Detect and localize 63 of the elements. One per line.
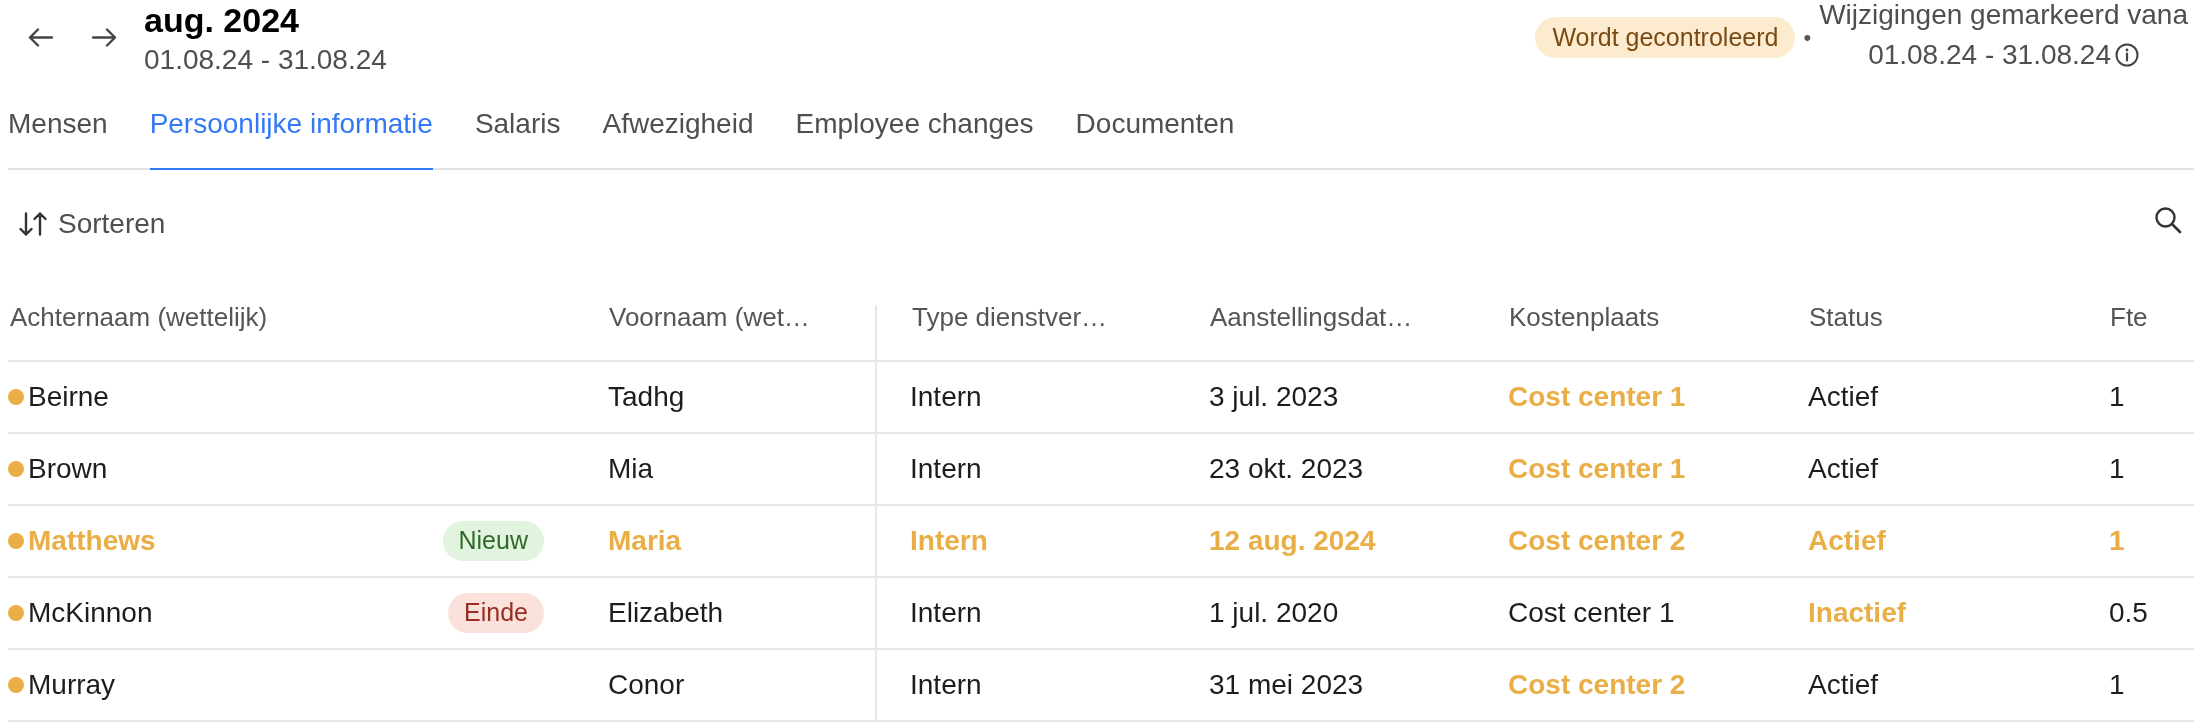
tab[interactable]: Afwezigheid — [602, 88, 754, 170]
changes-label: Wijzigingen gemarkeerd vana — [1819, 0, 2188, 32]
table-cell: Cost center 1 — [1508, 380, 1686, 414]
status-badge: Einde — [448, 593, 544, 633]
table-cell: Intern — [910, 452, 982, 486]
column-header[interactable]: Voornaam (wet… — [609, 302, 810, 332]
table-cell: Intern — [910, 596, 982, 630]
table-cell: Actief — [1808, 452, 1879, 486]
column-header[interactable]: Achternaam (wettelijk) — [10, 302, 268, 332]
table-cell: Cost center 1 — [1508, 452, 1686, 486]
info-icon[interactable] — [2115, 43, 2139, 67]
period-range: 01.08.24 - 31.08.24 — [144, 43, 387, 77]
column-header[interactable]: Kostenplaats — [1509, 302, 1660, 332]
table-cell: Intern — [910, 524, 988, 558]
table-cell: Maria — [608, 524, 682, 558]
table-cell: Tadhg — [608, 380, 685, 414]
search-icon — [2154, 206, 2182, 234]
table-cell: 1 — [2109, 452, 2125, 486]
column-header[interactable]: Status — [1809, 302, 1883, 332]
table-cell: Cost center 2 — [1508, 668, 1686, 702]
tab[interactable]: Mensen — [8, 88, 108, 170]
search-button[interactable] — [2152, 204, 2184, 236]
separator: • — [1803, 24, 1812, 52]
column-header[interactable]: Fte — [2110, 302, 2148, 332]
tab[interactable]: Documenten — [1075, 88, 1235, 170]
changes-range: 01.08.24 - 31.08.24 — [1868, 38, 2111, 72]
table-cell: Beirne — [28, 380, 109, 414]
table-cell: Matthews — [28, 524, 156, 558]
table-cell: Murray — [28, 668, 116, 702]
table-cell: 0.5 — [2109, 596, 2148, 630]
table-cell: 1 — [2109, 524, 2125, 558]
sort-arrows-icon — [18, 212, 48, 236]
tab[interactable]: Salaris — [474, 88, 561, 170]
table-cell: McKinnon — [28, 596, 153, 630]
table-cell: Actief — [1808, 524, 1886, 558]
review-status-badge: Wordt gecontroleerd — [1535, 17, 1796, 58]
table-cell: Conor — [608, 668, 685, 702]
table-cell: Intern — [910, 380, 982, 414]
sort-button[interactable]: Sorteren — [18, 206, 166, 242]
status-badge: Nieuw — [442, 521, 544, 561]
tab[interactable]: Persoonlijke informatie — [149, 88, 433, 170]
tab[interactable]: Employee changes — [795, 88, 1034, 170]
table-cell: 31 mei 2023 — [1209, 668, 1364, 702]
table-cell: 3 jul. 2023 — [1209, 380, 1339, 414]
period-title: aug. 2024 — [144, 0, 300, 40]
table-cell: Elizabeth — [608, 596, 724, 630]
arrow-left-icon — [27, 27, 53, 47]
table-cell: Mia — [608, 452, 654, 486]
table-cell: Actief — [1808, 668, 1879, 702]
table-cell: 12 aug. 2024 — [1209, 524, 1376, 558]
arrow-right-icon — [91, 27, 117, 47]
table-cell: 1 jul. 2020 — [1209, 596, 1339, 630]
table-cell: Cost center 1 — [1508, 596, 1675, 630]
table-cell: Brown — [28, 452, 108, 486]
column-header[interactable]: Aanstellingsdat… — [1210, 302, 1413, 332]
table-cell: Inactief — [1808, 596, 1907, 630]
table-cell: Cost center 2 — [1508, 524, 1686, 558]
table-cell: Actief — [1808, 380, 1879, 414]
column-header[interactable]: Type dienstver… — [912, 302, 1108, 332]
table-cell: Intern — [910, 668, 982, 702]
table-cell: 1 — [2109, 668, 2125, 702]
table-cell: 1 — [2109, 380, 2125, 414]
table-cell: 23 okt. 2023 — [1209, 452, 1364, 486]
